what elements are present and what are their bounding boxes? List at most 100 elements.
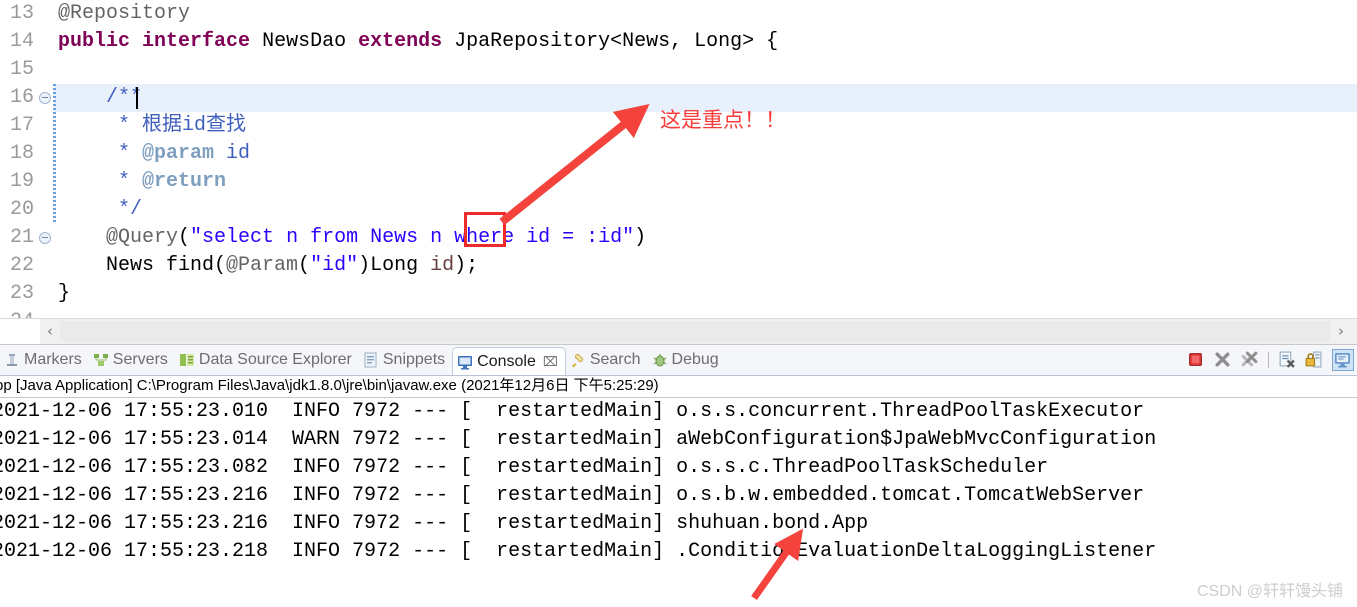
line-number: 18 [9,142,34,165]
remove-launch-icon[interactable] [1214,351,1232,369]
code-text: */ [58,196,142,224]
code-token-cmt: * 根据id查找 [58,114,247,137]
tab-label: Console [477,352,536,370]
tab-search[interactable]: Search [566,347,648,373]
code-text: public interface NewsDao extends JpaRepo… [58,28,778,56]
scroll-left-arrow-icon[interactable]: ‹ [40,319,60,344]
datasource-icon [179,352,195,368]
code-token-anno: @Query [58,226,179,249]
code-line[interactable]: 21 @Query("select n from News n where id… [0,224,1357,252]
toolbar-separator [1268,352,1269,368]
code-token-plain: ) [634,226,647,249]
code-token-cmt: */ [58,198,143,221]
tab-list[interactable]: Markers Servers Data Source Explorer Snippe… [0,345,726,375]
scrollbar-track[interactable] [60,321,1331,342]
console-line: 2021-12-06 17:55:23.082 INFO 7972 --- [ … [0,456,1049,479]
tab-close-icon[interactable]: ⌧ [543,354,558,370]
code-token-anno: @Param [226,254,299,277]
code-token-plain: News find( [58,254,227,277]
scroll-lock-icon[interactable] [1305,351,1323,369]
console-launch-header: pp [Java Application] C:\Program Files\J… [0,376,1357,398]
tab-console[interactable]: Console ⌧ [452,347,566,375]
tab-debug[interactable]: Debug [648,347,726,373]
line-number: 14 [9,30,34,53]
remove-all-launches-icon[interactable] [1241,351,1259,369]
scroll-right-arrow-icon[interactable]: › [1331,319,1351,344]
code-lines[interactable]: 13 @Repository 14 public interface NewsDao … [0,0,1357,318]
code-line[interactable]: 15 [0,56,1357,84]
code-text: * @param id [58,140,250,168]
console-view[interactable]: pp [Java Application] C:\Program Files\J… [0,376,1357,607]
code-text: @Repository [58,0,190,28]
code-line[interactable]: 20 */ [0,196,1357,224]
display-console-icon[interactable] [1332,349,1354,371]
code-text: News find(@Param("id")Long id); [58,252,478,280]
search-icon [570,352,586,368]
code-token-str: "select n from News n where id = :id" [190,226,635,249]
code-token-cmt: id [214,142,251,165]
code-text: @Query("select n from News n where id = … [58,224,646,252]
tab-label: Snippets [382,351,446,368]
text-caret [136,87,138,109]
code-line[interactable]: 13 @Repository [0,0,1357,28]
code-text: * @return [58,168,226,196]
code-token-plain: )Long [358,254,431,277]
console-icon [457,354,473,370]
watermark: CSDN @轩轩馒头铺 [1196,583,1343,600]
view-tab-bar[interactable]: Markers Servers Data Source Explorer Snippe… [0,345,1357,376]
code-token-cmttag: @return [142,170,227,193]
line-number: 19 [9,170,34,193]
clear-console-icon[interactable] [1278,351,1296,369]
code-token-plain: ); [454,254,479,277]
line-number: 15 [9,58,34,81]
fold-collapse-icon[interactable] [39,232,51,244]
console-toolbar[interactable] [1187,345,1354,375]
line-number: 21 [9,226,34,249]
line-number: 13 [9,2,34,25]
code-line[interactable]: 24 [0,308,1357,318]
tab-data-source-explorer[interactable]: Data Source Explorer [175,347,359,373]
line-number: 22 [9,254,34,277]
tab-label: Servers [112,351,168,368]
code-token-kw: extends [358,30,443,53]
code-token-kw: public [58,30,131,53]
snippets-icon [363,352,379,368]
tab-markers[interactable]: Markers [0,347,89,373]
code-token-cmt: * [58,142,143,165]
code-token-cmt: * [58,170,143,193]
code-text: /** [58,84,142,112]
console-output[interactable]: 2021-12-06 17:55:23.010 INFO 7972 --- [ … [0,398,1357,566]
terminate-icon[interactable] [1187,351,1205,369]
comment-block-marker [53,84,56,224]
fold-collapse-icon[interactable] [39,92,51,104]
line-number: 23 [9,282,34,305]
code-line[interactable]: 23} [0,280,1357,308]
console-line: 2021-12-06 17:55:23.216 INFO 7972 --- [ … [0,484,1145,507]
code-line[interactable]: 14 public interface NewsDao extends JpaRe… [0,28,1357,56]
code-token-plain: ( [298,254,311,277]
annotation-note-text: 这是重点！！ [660,109,786,132]
annotation-highlight-box [464,212,506,247]
console-line: 2021-12-06 17:55:23.216 INFO 7972 --- [ … [0,512,869,535]
tab-label: Data Source Explorer [198,351,352,368]
scrollbar-corner [0,319,40,344]
code-line[interactable]: 22 News find(@Param("id")Long id); [0,252,1357,280]
tab-servers[interactable]: Servers [89,347,175,373]
markers-icon [4,352,20,368]
code-line[interactable]: 19 * @return [0,168,1357,196]
console-line: 2021-12-06 17:55:23.218 INFO 7972 --- [ … [0,540,1157,563]
code-token-plain: } [58,282,71,305]
code-token-param: id [430,254,455,277]
code-token-cmttag: @param [142,142,215,165]
tab-snippets[interactable]: Snippets [359,347,452,373]
code-editor[interactable]: 13 @Repository 14 public interface NewsDao … [0,0,1357,318]
code-token-cmt: /** [58,86,143,109]
code-token-plain: ( [178,226,191,249]
code-token-kw: interface [142,30,251,53]
tab-label: Debug [671,351,719,368]
console-line: 2021-12-06 17:55:23.010 INFO 7972 --- [ … [0,400,1145,423]
code-text: } [58,280,70,308]
code-line[interactable]: 18 * @param id [0,140,1357,168]
editor-horizontal-scrollbar[interactable]: ‹ › [0,318,1357,345]
